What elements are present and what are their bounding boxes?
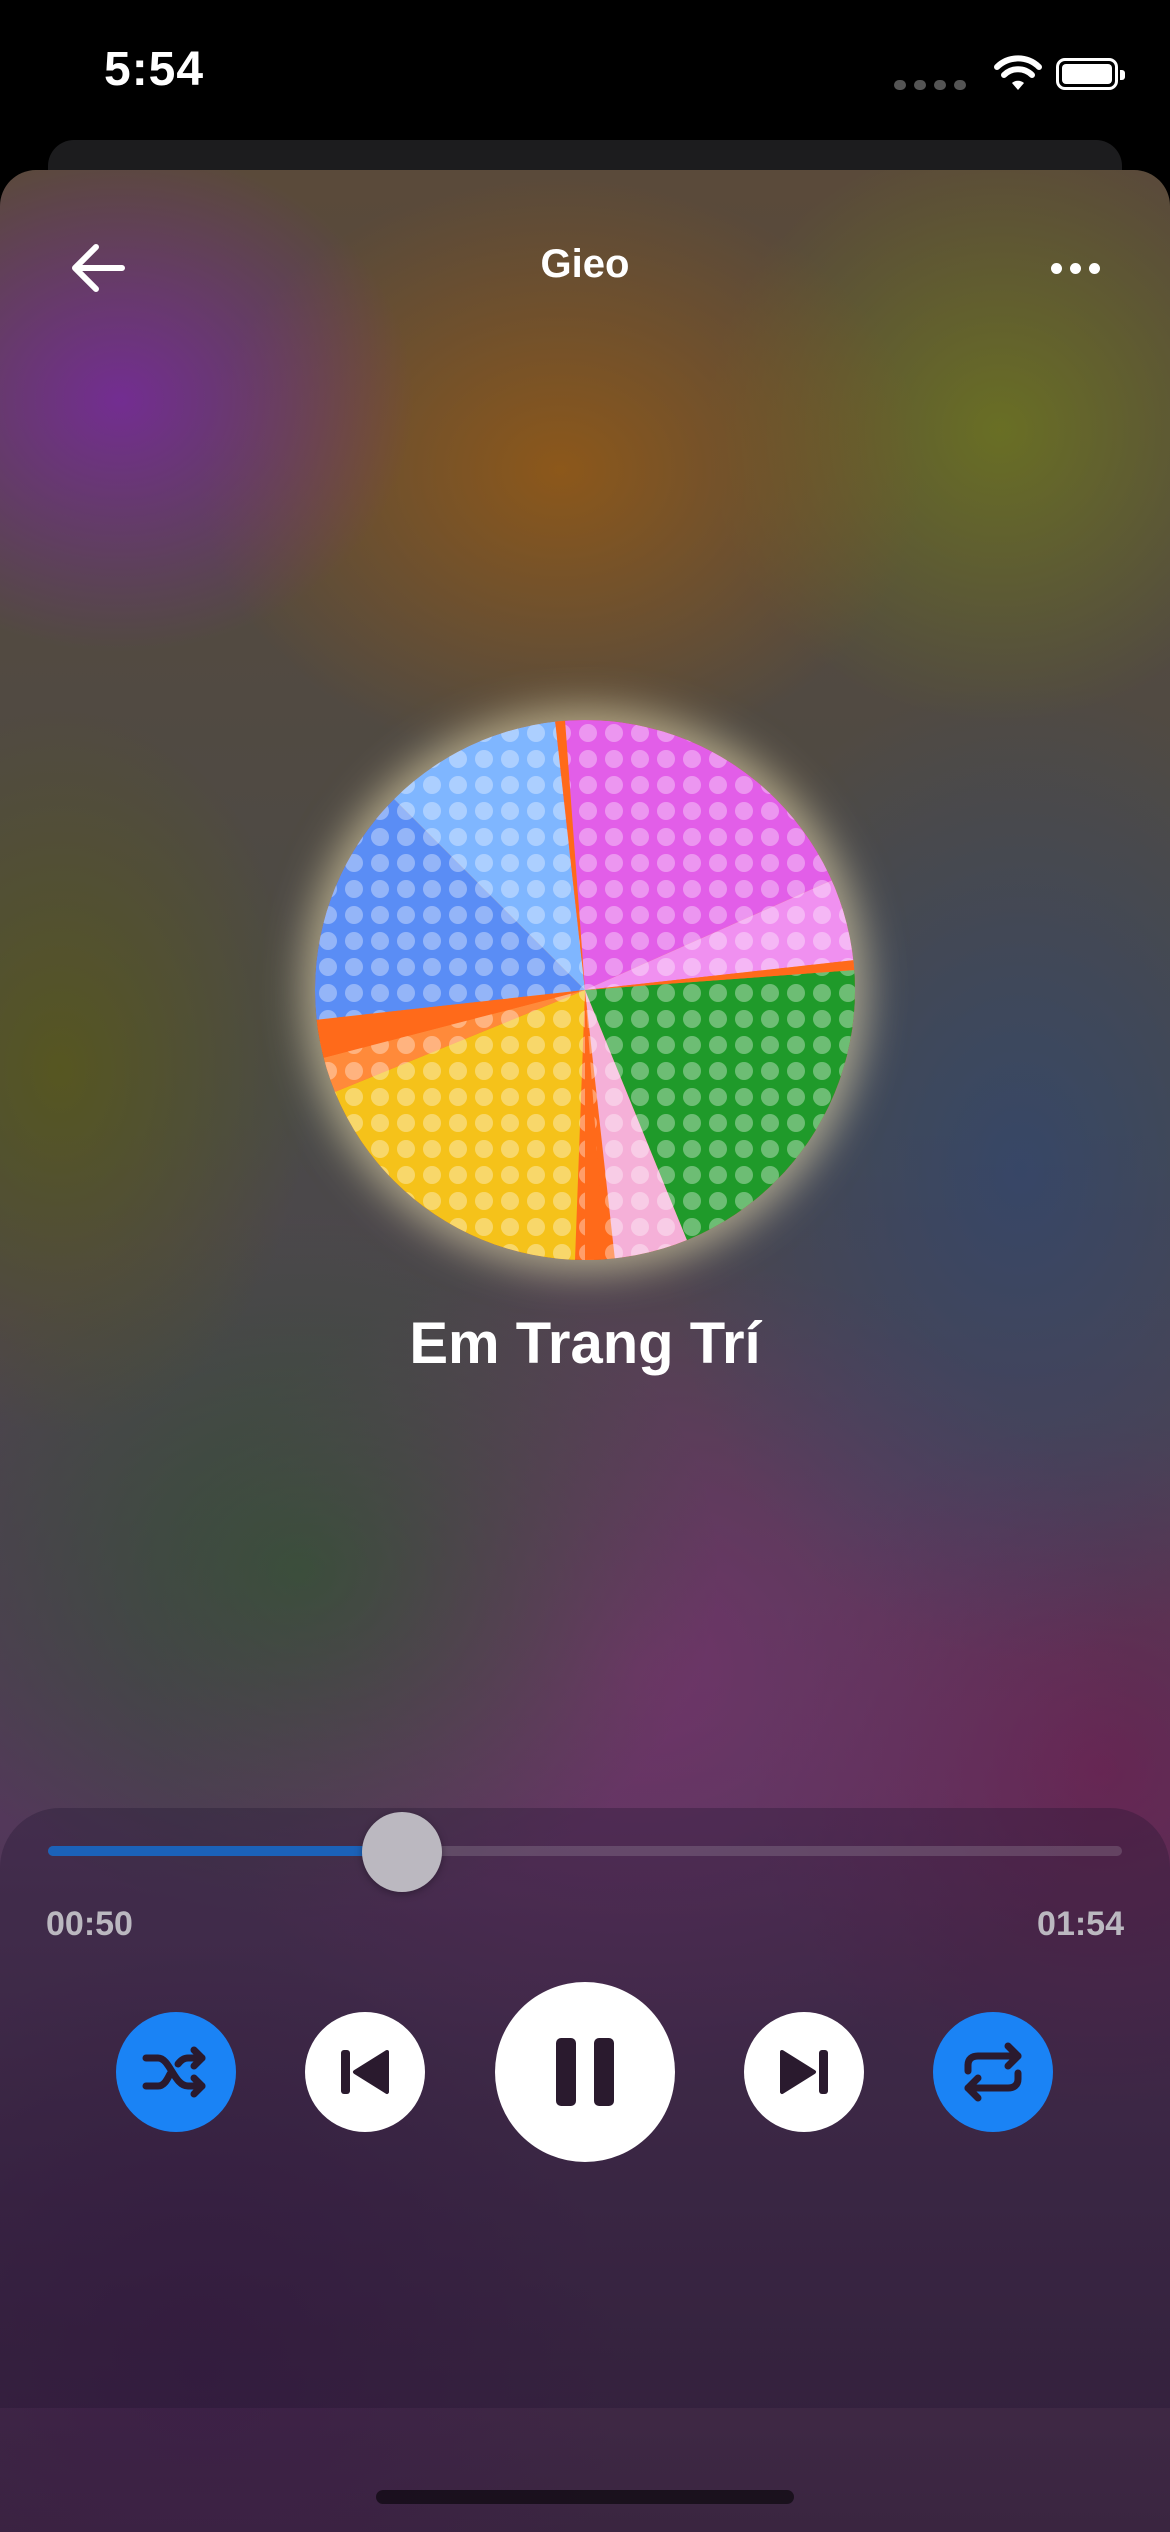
track-title: Em Trang Trí xyxy=(409,1311,761,1376)
playback-controls xyxy=(0,1982,1170,2162)
wifi-icon xyxy=(994,55,1042,90)
player-header: Gieo xyxy=(0,170,1170,330)
screen-title: Gieo xyxy=(540,242,630,286)
pause-icon xyxy=(556,2038,614,2106)
shuffle-button[interactable] xyxy=(116,2012,236,2132)
skip-back-icon xyxy=(341,2050,389,2094)
artwork-image xyxy=(315,720,855,1260)
previous-button[interactable] xyxy=(305,2012,425,2132)
repeat-icon xyxy=(964,2042,1022,2102)
status-time: 5:54 xyxy=(104,43,205,96)
more-options-button[interactable] xyxy=(1030,228,1120,308)
repeat-button[interactable] xyxy=(933,2012,1053,2132)
status-bar: 5:54 xyxy=(0,0,1170,150)
battery-icon xyxy=(1056,58,1125,90)
play-pause-button[interactable] xyxy=(495,1982,675,2162)
skip-forward-icon xyxy=(780,2050,828,2094)
status-icons xyxy=(894,54,1125,94)
home-indicator xyxy=(376,2490,794,2504)
shuffle-icon xyxy=(142,2046,206,2098)
more-horizontal-icon xyxy=(1050,262,1062,274)
signal-icon xyxy=(894,80,966,90)
album-artwork xyxy=(315,720,855,1260)
next-button[interactable] xyxy=(744,2012,864,2132)
